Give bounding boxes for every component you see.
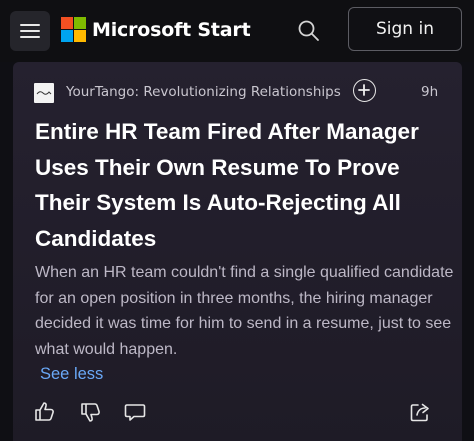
- timestamp: 9h: [421, 84, 439, 100]
- microsoft-logo[interactable]: [61, 17, 86, 42]
- sign-in-button[interactable]: Sign in: [348, 7, 462, 51]
- menu-icon: [20, 24, 40, 38]
- share-icon[interactable]: [408, 400, 432, 424]
- article-card[interactable]: YourTango: Revolutionizing Relationships…: [13, 62, 462, 441]
- article-headline[interactable]: Entire HR Team Fired After Manager Uses …: [35, 114, 455, 256]
- search-icon[interactable]: [296, 18, 322, 44]
- top-bar: Microsoft Start Sign in: [0, 0, 474, 62]
- article-summary: When an HR team couldn't find a single q…: [35, 264, 454, 358]
- source-name[interactable]: YourTango: Revolutionizing Relationships: [66, 82, 341, 102]
- thumbs-up-icon[interactable]: [33, 400, 57, 424]
- plus-icon: [358, 84, 370, 96]
- menu-button[interactable]: [10, 11, 50, 51]
- thumbs-down-icon[interactable]: [79, 400, 103, 424]
- see-less-link[interactable]: See less: [40, 362, 103, 386]
- follow-button[interactable]: [353, 79, 376, 102]
- comment-icon[interactable]: [123, 400, 147, 424]
- source-logo: [34, 83, 54, 103]
- brand-name[interactable]: Microsoft Start: [92, 16, 251, 44]
